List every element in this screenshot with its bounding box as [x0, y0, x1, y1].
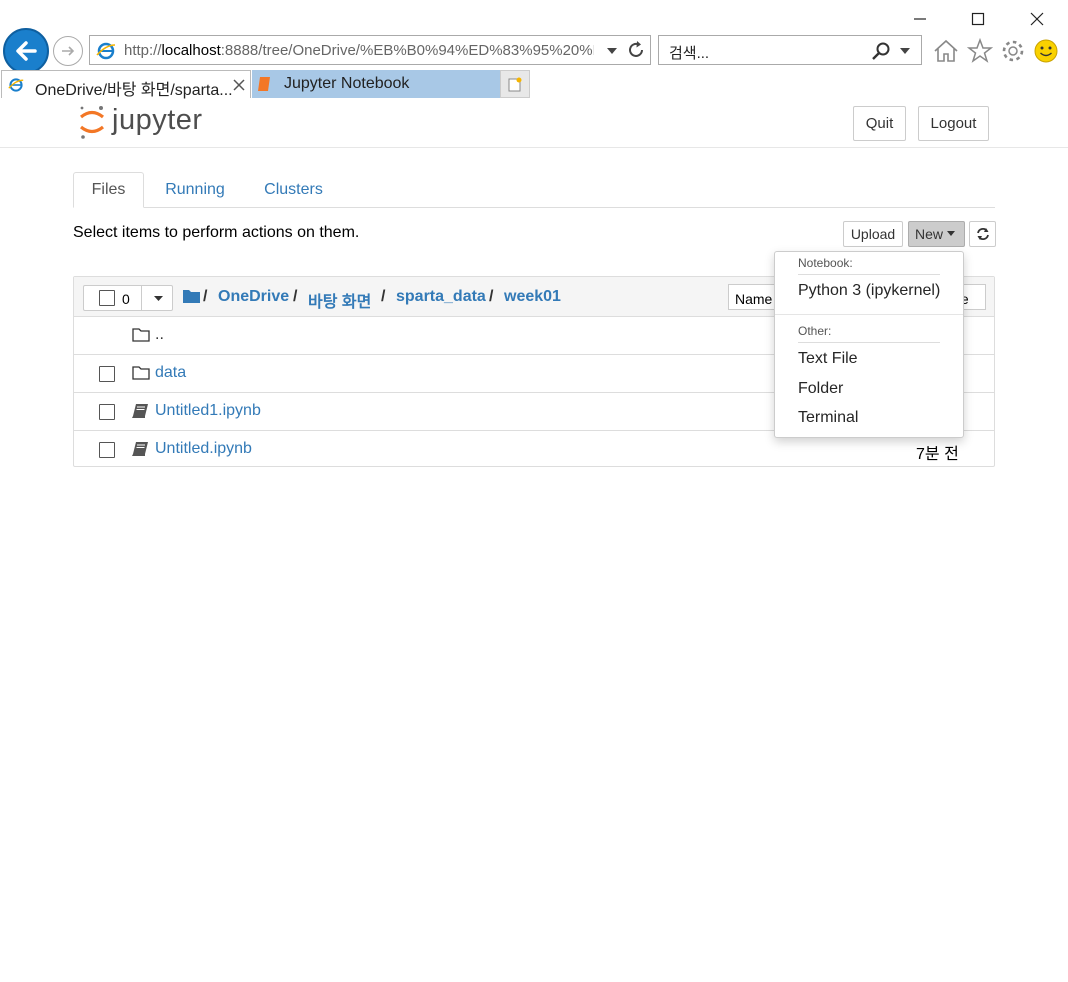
- jupyter-logo-icon[interactable]: [78, 104, 106, 140]
- notebook-icon: [132, 442, 148, 456]
- notebook-icon: [258, 77, 270, 91]
- row-checkbox[interactable]: [99, 442, 115, 458]
- control-divider: [141, 286, 142, 310]
- caret-down-icon[interactable]: [154, 296, 163, 302]
- new-dropdown-button[interactable]: New: [908, 221, 965, 247]
- breadcrumb-onedrive[interactable]: OneDrive: [218, 288, 289, 306]
- menu-item-terminal[interactable]: Terminal: [798, 409, 858, 427]
- home-button[interactable]: [932, 37, 960, 65]
- jupyter-logo-text[interactable]: jupyter: [112, 104, 203, 137]
- new-tab-button[interactable]: [500, 70, 530, 98]
- row-checkbox[interactable]: [99, 404, 115, 420]
- breadcrumb-separator: /: [489, 288, 494, 305]
- menu-item-text-file[interactable]: Text File: [798, 350, 858, 368]
- address-url: http://localhost:8888/tree/OneDrive/%EB%…: [124, 42, 594, 59]
- refresh-icon: [976, 228, 989, 240]
- feedback-button[interactable]: [1032, 37, 1060, 65]
- breadcrumb-separator: /: [381, 288, 386, 305]
- folder-icon[interactable]: [183, 289, 200, 303]
- favorites-button[interactable]: [966, 37, 994, 65]
- menu-divider: [798, 342, 940, 343]
- menu-item-python3[interactable]: Python 3 (ipykernel): [798, 282, 940, 300]
- file-name[interactable]: Untitled1.ipynb: [155, 402, 261, 420]
- chevron-down-icon[interactable]: [606, 47, 618, 55]
- close-window-button[interactable]: [1017, 6, 1057, 32]
- minimize-icon: [914, 18, 926, 20]
- search-input[interactable]: 검색...: [669, 42, 709, 63]
- ie-page-icon: [96, 42, 116, 60]
- file-name[interactable]: data: [155, 364, 186, 382]
- browser-tab-label: OneDrive/바탕 화면/sparta...: [35, 82, 233, 99]
- arrow-right-icon: [62, 46, 75, 56]
- back-button[interactable]: [3, 28, 49, 74]
- breadcrumb-separator: /: [203, 288, 208, 305]
- breadcrumb-separator: /: [293, 288, 298, 305]
- row-checkbox[interactable]: [99, 366, 115, 382]
- gear-icon: [1002, 40, 1024, 62]
- arrow-left-icon: [16, 41, 37, 61]
- file-name[interactable]: Untitled.ipynb: [155, 440, 252, 458]
- new-button-label: New: [915, 226, 944, 242]
- home-icon: [934, 39, 958, 62]
- star-icon: [967, 38, 993, 63]
- tab-files[interactable]: Files: [73, 172, 144, 208]
- file-name[interactable]: ..: [155, 326, 164, 344]
- file-modified-time: 7분 전: [916, 446, 959, 463]
- menu-divider: [798, 274, 940, 275]
- maximize-icon: [971, 12, 985, 26]
- logout-button[interactable]: Logout: [918, 106, 989, 141]
- selected-count: 0: [122, 291, 130, 307]
- notebook-icon: [132, 404, 148, 418]
- address-bar[interactable]: http://localhost:8888/tree/OneDrive/%EB%…: [89, 35, 651, 65]
- browser-tab-strip: OneDrive/바탕 화면/sparta... Jupyter Noteboo…: [0, 70, 1068, 99]
- new-dropdown-menu: Notebook: Python 3 (ipykernel) Other: Te…: [774, 251, 964, 438]
- select-all-control: 0: [83, 285, 173, 311]
- breadcrumb-week01[interactable]: week01: [504, 288, 561, 306]
- maximize-button[interactable]: [958, 6, 998, 32]
- folder-outline-icon: [132, 328, 150, 342]
- upload-button[interactable]: Upload: [843, 221, 903, 247]
- jupyter-header: jupyter Quit Logout: [0, 98, 1068, 148]
- breadcrumb-desktop[interactable]: 바탕 화면: [308, 288, 371, 312]
- search-box[interactable]: 검색...: [658, 35, 922, 65]
- tab-clusters[interactable]: Clusters: [250, 172, 337, 208]
- browser-tab-onedrive[interactable]: OneDrive/바탕 화면/sparta...: [1, 70, 251, 99]
- minimize-button[interactable]: [900, 6, 940, 32]
- select-all-checkbox[interactable]: [99, 290, 115, 306]
- settings-button[interactable]: [999, 37, 1027, 65]
- notebook-section-header: Notebook:: [798, 256, 853, 270]
- menu-item-folder[interactable]: Folder: [798, 380, 843, 398]
- browser-tab-jupyter[interactable]: Jupyter Notebook: [252, 70, 500, 98]
- search-icon[interactable]: [871, 41, 891, 61]
- refresh-list-button[interactable]: [969, 221, 996, 247]
- caret-down-icon: [947, 231, 956, 236]
- chevron-down-icon[interactable]: [899, 47, 911, 55]
- selection-message: Select items to perform actions on them.: [73, 224, 360, 241]
- close-icon: [1030, 12, 1044, 26]
- breadcrumb-sparta-data[interactable]: sparta_data: [396, 288, 486, 306]
- folder-outline-icon: [132, 366, 150, 380]
- refresh-icon[interactable]: [626, 40, 646, 60]
- ie-page-icon: [8, 78, 24, 92]
- forward-button[interactable]: [53, 36, 83, 66]
- browser-tab-label: Jupyter Notebook: [284, 75, 410, 92]
- browser-chrome: http://localhost:8888/tree/OneDrive/%EB%…: [0, 0, 1068, 99]
- quit-button[interactable]: Quit: [853, 106, 906, 141]
- new-tab-icon: [508, 77, 522, 92]
- close-tab-icon[interactable]: [233, 79, 245, 91]
- menu-divider: [775, 314, 963, 315]
- tab-running[interactable]: Running: [150, 172, 240, 208]
- smiley-icon: [1034, 39, 1058, 63]
- other-section-header: Other:: [798, 324, 832, 338]
